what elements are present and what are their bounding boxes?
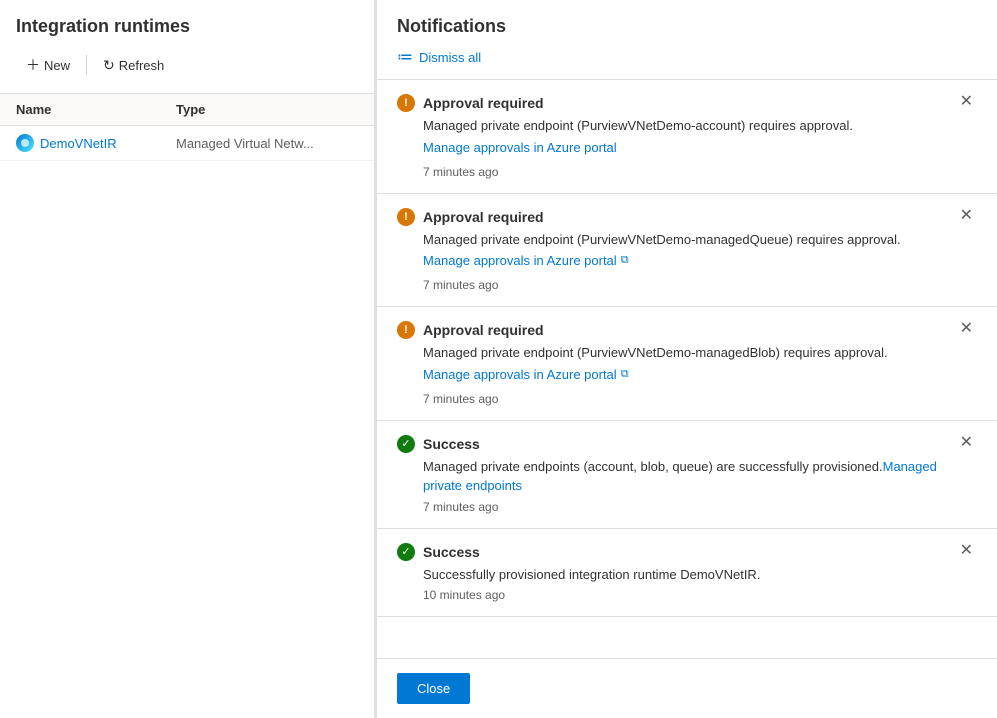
notif-link-3[interactable]: Manage approvals in Azure portal ⧉ (397, 367, 629, 382)
refresh-label: Refresh (119, 58, 165, 73)
notif-time-2: 7 minutes ago (397, 278, 977, 292)
notification-item-5: ✓ Success ✕ Successfully provisioned int… (377, 529, 997, 618)
notif-title-row-3: ! Approval required (397, 321, 544, 339)
notif-type-title-2: Approval required (423, 209, 544, 225)
notifications-panel: Notifications ≔ Dismiss all ! Approval r… (375, 0, 997, 718)
notif-time-3: 7 minutes ago (397, 392, 977, 406)
notif-item-header-4: ✓ Success ✕ (397, 435, 977, 453)
col-type-header: Type (176, 102, 358, 117)
notif-time-5: 10 minutes ago (397, 588, 977, 602)
external-link-icon-2: ⧉ (621, 254, 629, 267)
inline-link-4[interactable]: Managed private endpoints (423, 459, 937, 494)
refresh-button[interactable]: ↻ Refresh (93, 51, 174, 80)
notif-close-button-2[interactable]: ✕ (956, 208, 977, 224)
notif-type-title-4: Success (423, 436, 480, 452)
notif-type-title-1: Approval required (423, 95, 544, 111)
notif-item-header-2: ! Approval required ✕ (397, 208, 977, 226)
notification-item-2: ! Approval required ✕ Managed private en… (377, 194, 997, 308)
notif-title-row-4: ✓ Success (397, 435, 480, 453)
warning-icon-3: ! (397, 321, 415, 339)
notification-item-4: ✓ Success ✕ Managed private endpoints (a… (377, 421, 997, 529)
notif-time-1: 7 minutes ago (397, 165, 977, 179)
notif-item-header-5: ✓ Success ✕ (397, 543, 977, 561)
notif-body-5: Successfully provisioned integration run… (397, 565, 977, 585)
notif-body-3: Managed private endpoint (PurviewVNetDem… (397, 343, 977, 363)
notif-body-4: Managed private endpoints (account, blob… (397, 457, 977, 496)
refresh-icon: ↻ (103, 57, 115, 74)
notif-close-button-5[interactable]: ✕ (956, 543, 977, 559)
notif-close-button-1[interactable]: ✕ (956, 94, 977, 110)
notif-link-2[interactable]: Manage approvals in Azure portal ⧉ (397, 253, 629, 268)
notif-close-button-3[interactable]: ✕ (956, 321, 977, 337)
success-icon-5: ✓ (397, 543, 415, 561)
dismiss-all-icon: ≔ (397, 47, 413, 67)
left-header: Integration runtimes ＋ New ↻ Refresh (0, 0, 374, 94)
success-icon-4: ✓ (397, 435, 415, 453)
notifications-header: Notifications ≔ Dismiss all (377, 0, 997, 80)
toolbar-separator (86, 55, 87, 75)
notification-item-3: ! Approval required ✕ Managed private en… (377, 307, 997, 421)
notif-title-row-5: ✓ Success (397, 543, 480, 561)
notifications-footer: Close (377, 658, 997, 718)
left-panel: Integration runtimes ＋ New ↻ Refresh Nam… (0, 0, 375, 718)
notif-link-1[interactable]: Manage approvals in Azure portal (397, 140, 617, 155)
notif-title-row-1: ! Approval required (397, 94, 544, 112)
external-link-icon-3: ⧉ (621, 368, 629, 381)
plus-icon: ＋ (26, 55, 40, 75)
notif-type-title-3: Approval required (423, 322, 544, 338)
toolbar: ＋ New ↻ Refresh (16, 49, 358, 81)
dismiss-all-button[interactable]: ≔ Dismiss all (397, 47, 481, 67)
notif-item-header-1: ! Approval required ✕ (397, 94, 977, 112)
row-name-cell: DemoVNetIR (16, 134, 176, 152)
notif-body-1: Managed private endpoint (PurviewVNetDem… (397, 116, 977, 136)
notifications-list: ! Approval required ✕ Managed private en… (377, 80, 997, 658)
dismiss-all-label: Dismiss all (419, 50, 481, 65)
new-label: New (44, 58, 70, 73)
notif-time-4: 7 minutes ago (397, 500, 977, 514)
table-header: Name Type (0, 94, 374, 126)
warning-icon-1: ! (397, 94, 415, 112)
runtime-name-link[interactable]: DemoVNetIR (40, 136, 117, 151)
row-type-cell: Managed Virtual Netw... (176, 136, 358, 151)
warning-icon-2: ! (397, 208, 415, 226)
notification-item-1: ! Approval required ✕ Managed private en… (377, 80, 997, 194)
runtime-icon-inner (21, 139, 29, 147)
page-title: Integration runtimes (16, 16, 358, 37)
notif-type-title-5: Success (423, 544, 480, 560)
notif-body-2: Managed private endpoint (PurviewVNetDem… (397, 230, 977, 250)
notif-item-header-3: ! Approval required ✕ (397, 321, 977, 339)
col-name-header: Name (16, 102, 176, 117)
runtime-icon (16, 134, 34, 152)
notifications-title: Notifications (397, 16, 977, 37)
new-button[interactable]: ＋ New (16, 49, 80, 81)
notif-title-row-2: ! Approval required (397, 208, 544, 226)
notif-close-button-4[interactable]: ✕ (956, 435, 977, 451)
notif-link-text-3: Manage approvals in Azure portal (423, 367, 617, 382)
table-row[interactable]: DemoVNetIR Managed Virtual Netw... (0, 126, 374, 161)
notif-link-text-2: Manage approvals in Azure portal (423, 253, 617, 268)
close-button[interactable]: Close (397, 673, 470, 704)
